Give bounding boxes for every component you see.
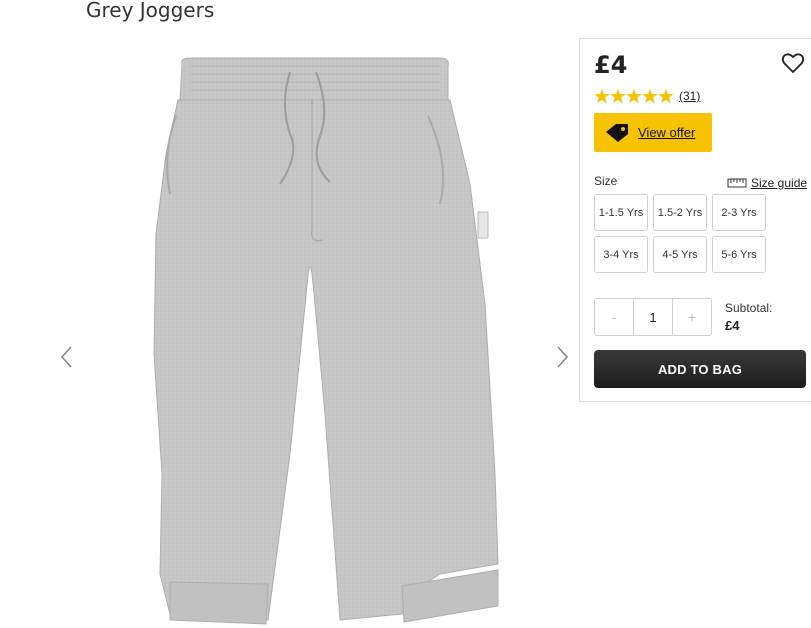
size-guide-link[interactable]: Size guide xyxy=(727,176,807,190)
size-option[interactable]: 4-5 Yrs xyxy=(653,236,707,273)
size-label: Size xyxy=(594,174,618,188)
tag-icon xyxy=(606,123,628,142)
size-guide-label: Size guide xyxy=(751,176,808,190)
add-to-bag-button[interactable]: ADD TO BAG xyxy=(594,350,806,388)
subtotal-value: £4 xyxy=(725,318,740,333)
star-icon xyxy=(626,89,642,103)
rating: (31) xyxy=(594,88,700,104)
chevron-left-icon[interactable] xyxy=(55,342,79,372)
buy-box: £4 (31) View offer Size Size guide 1-1.5… xyxy=(579,38,811,402)
size-option[interactable]: 1.5-2 Yrs xyxy=(653,194,707,231)
quantity-stepper: - 1 + xyxy=(594,298,712,336)
chevron-right-icon[interactable] xyxy=(550,342,574,372)
rating-stars xyxy=(594,88,674,104)
size-options: 1-1.5 Yrs 1.5-2 Yrs 2-3 Yrs 3-4 Yrs 4-5 … xyxy=(594,194,766,273)
product-image xyxy=(153,57,499,625)
increase-quantity-button[interactable]: + xyxy=(673,299,711,335)
star-icon xyxy=(610,89,626,103)
quantity-input[interactable]: 1 xyxy=(633,299,673,335)
rating-count[interactable]: (31) xyxy=(679,89,700,103)
star-icon xyxy=(594,89,610,103)
price: £4 xyxy=(594,51,628,79)
size-option[interactable]: 2-3 Yrs xyxy=(712,194,766,231)
product-title: Grey Joggers xyxy=(86,0,215,22)
subtotal-label: Subtotal: xyxy=(725,301,773,315)
size-option[interactable]: 5-6 Yrs xyxy=(712,236,766,273)
view-offer-button[interactable]: View offer xyxy=(594,113,712,152)
ruler-icon xyxy=(727,178,747,188)
size-option[interactable]: 1-1.5 Yrs xyxy=(594,194,648,231)
heart-icon[interactable] xyxy=(781,52,805,74)
size-option[interactable]: 3-4 Yrs xyxy=(594,236,648,273)
decrease-quantity-button[interactable]: - xyxy=(595,299,633,335)
star-icon xyxy=(658,89,674,103)
product-gallery xyxy=(50,36,580,628)
star-icon xyxy=(642,89,658,103)
view-offer-label: View offer xyxy=(638,125,696,140)
